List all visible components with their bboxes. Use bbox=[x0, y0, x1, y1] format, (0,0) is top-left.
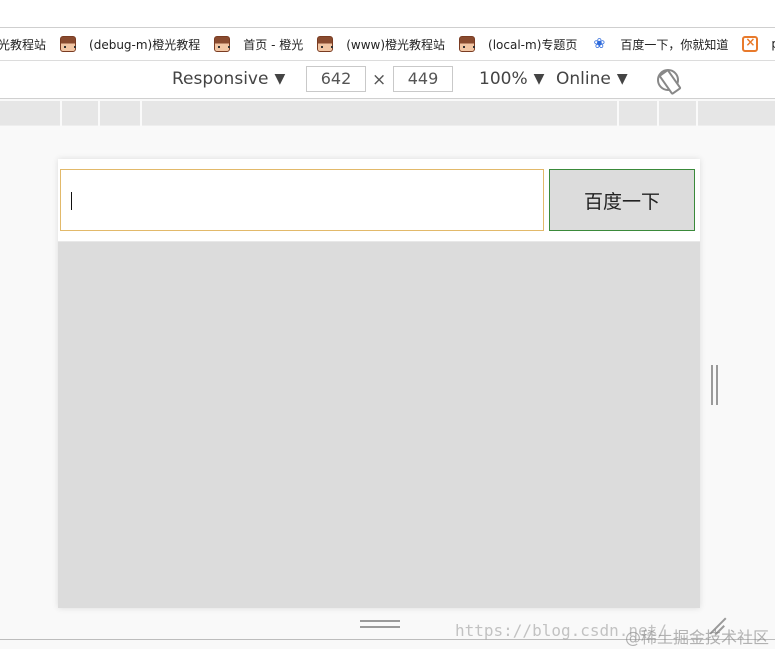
resize-handle-right[interactable] bbox=[711, 365, 719, 405]
resize-handle-bottom[interactable] bbox=[360, 620, 400, 629]
network-select[interactable]: Online ▼ bbox=[556, 69, 628, 89]
device-select[interactable]: Responsive ▼ bbox=[172, 69, 285, 89]
height-input[interactable]: 449 bbox=[393, 66, 453, 92]
bookmark-label: 光教程站 bbox=[0, 37, 47, 52]
search-button[interactable]: 百度一下 bbox=[549, 169, 695, 231]
anime-avatar-icon bbox=[317, 36, 334, 52]
anime-avatar-icon bbox=[60, 36, 77, 52]
width-input[interactable]: 642 bbox=[306, 66, 366, 92]
bookmark-label: (www)橙光教程站 bbox=[346, 37, 446, 52]
dropdown-arrow-icon: ▼ bbox=[274, 71, 286, 87]
browser-top-strip bbox=[0, 0, 775, 28]
ruler-segment[interactable] bbox=[696, 101, 698, 126]
bookmark-label: 百度一下，你就知道 bbox=[620, 37, 729, 52]
bookmark-item[interactable]: ❀ 百度一下，你就知道 bbox=[591, 36, 729, 53]
zoom-select[interactable]: 100% ▼ bbox=[479, 69, 544, 89]
device-label: Responsive bbox=[172, 69, 269, 89]
ruler-segment[interactable] bbox=[617, 101, 619, 126]
device-viewport: 百度一下 bbox=[58, 159, 700, 608]
dropdown-arrow-icon: ▼ bbox=[616, 71, 628, 87]
bookmark-item[interactable]: php bbox=[742, 35, 775, 52]
anime-avatar-icon bbox=[214, 36, 231, 52]
device-toolbar: Responsive ▼ 642 × 449 100% ▼ Online ▼ bbox=[0, 61, 775, 99]
ruler-segment[interactable] bbox=[60, 101, 62, 126]
search-input[interactable] bbox=[60, 169, 544, 231]
ruler-segment[interactable] bbox=[98, 101, 100, 126]
bookmark-item[interactable]: (debug-m)橙光教程 bbox=[60, 36, 200, 53]
ruler-segment[interactable] bbox=[140, 101, 142, 126]
text-caret bbox=[71, 192, 72, 210]
anime-avatar-icon bbox=[459, 36, 476, 52]
bookmark-item[interactable]: (local-m)专题页 bbox=[459, 36, 577, 53]
ruler-segment[interactable] bbox=[657, 101, 659, 126]
rotate-icon[interactable] bbox=[657, 69, 679, 91]
bookmark-label: (debug-m)橙光教程 bbox=[89, 37, 201, 52]
bookmark-label: 首页 - 橙光 bbox=[243, 37, 304, 52]
dropdown-arrow-icon: ▼ bbox=[533, 71, 545, 87]
bookmark-label: php bbox=[771, 37, 775, 51]
bookmarks-bar: 光教程站 (debug-m)橙光教程 首页 - 橙光 (www)橙光教程站 (l… bbox=[0, 28, 775, 61]
bookmark-label: (local-m)专题页 bbox=[488, 37, 578, 52]
media-query-ruler bbox=[0, 101, 775, 126]
bookmark-item[interactable]: 光教程站 bbox=[0, 36, 46, 53]
network-label: Online bbox=[556, 69, 611, 89]
bookmark-item[interactable]: (www)橙光教程站 bbox=[317, 36, 445, 53]
bookmark-item[interactable]: 首页 - 橙光 bbox=[214, 36, 303, 53]
watermark-community: @稀土掘金技术社区 bbox=[625, 628, 770, 647]
paw-icon: ❀ bbox=[593, 36, 606, 52]
search-bar: 百度一下 bbox=[58, 159, 700, 242]
dimension-separator: × bbox=[372, 70, 387, 90]
box-icon bbox=[742, 35, 759, 52]
zoom-label: 100% bbox=[479, 69, 528, 89]
